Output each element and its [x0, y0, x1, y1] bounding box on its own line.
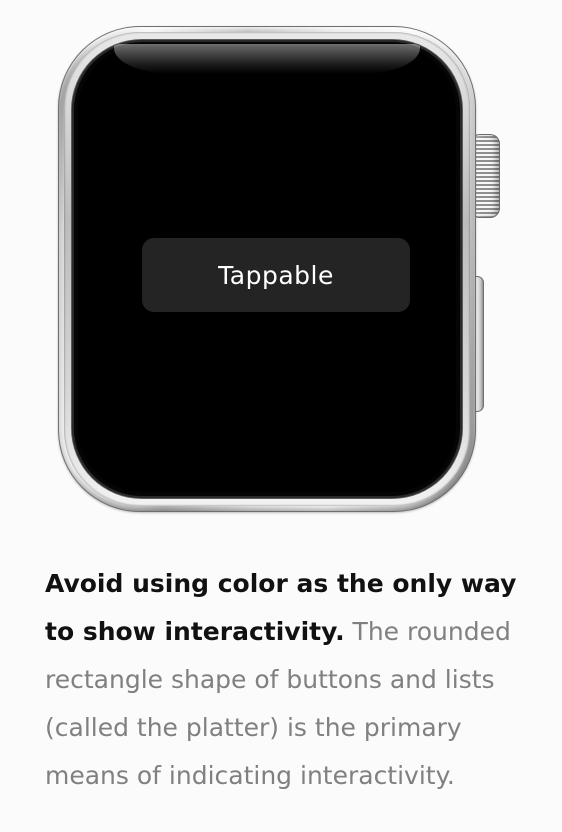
- glass-reflection: [114, 44, 420, 74]
- watch-display: Tappable: [72, 40, 462, 498]
- apple-watch-illustration: Tappable: [58, 26, 500, 512]
- tappable-platter-button[interactable]: Tappable: [142, 238, 410, 312]
- page: Tappable Avoid using color as the only w…: [0, 0, 562, 832]
- watch-screen: Tappable: [78, 46, 456, 492]
- watch-case: Tappable: [58, 26, 476, 512]
- caption-paragraph: Avoid using color as the only way to sho…: [45, 560, 525, 800]
